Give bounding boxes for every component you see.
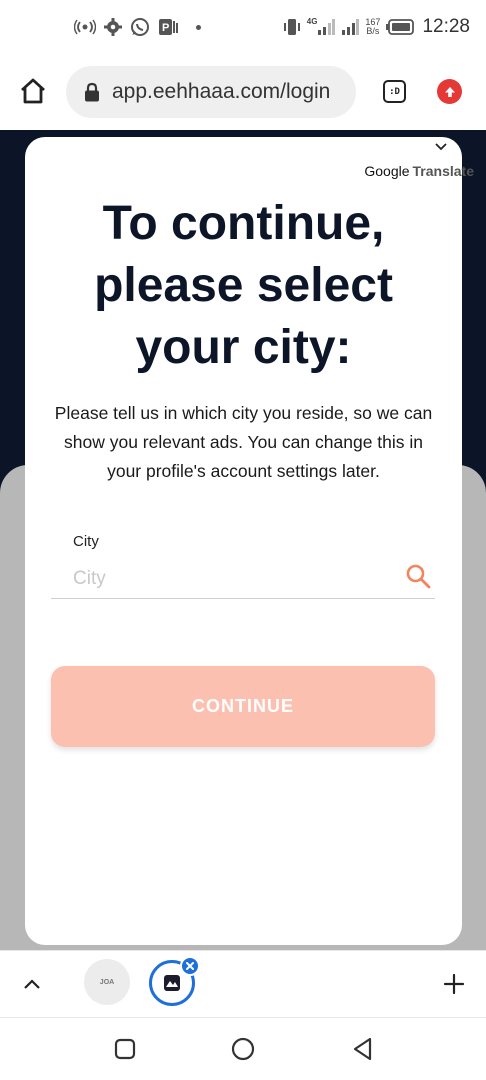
- tabs-icon[interactable]: :D: [383, 80, 406, 103]
- network-speed: 167 B/s: [365, 17, 381, 36]
- whatsapp-icon: [130, 17, 150, 37]
- system-nav-bar: [0, 1018, 486, 1080]
- back-icon[interactable]: [350, 1036, 376, 1062]
- description-text: Please tell us in which city you reside,…: [54, 403, 433, 481]
- settings-icon: [104, 18, 122, 36]
- home-circle-icon[interactable]: [230, 1036, 256, 1062]
- search-icon[interactable]: [405, 563, 431, 589]
- lock-icon: [84, 82, 100, 102]
- city-select-modal: Google Translate To continue, please sele…: [25, 137, 474, 945]
- page-title: To continue, please select your city:: [94, 197, 393, 374]
- city-field-label: City: [73, 533, 99, 550]
- url-text[interactable]: app.eehhaaa.com/login: [112, 80, 330, 104]
- tab-strip: JOA: [0, 950, 486, 1018]
- more-notifications-dot: [196, 24, 201, 30]
- tab-favicon-icon: [164, 975, 180, 991]
- tab-thumbnail-1-logo: JOA: [99, 978, 115, 986]
- signal-4g-icon: 4G: [307, 17, 336, 35]
- city-input[interactable]: [51, 559, 435, 599]
- address-bar[interactable]: app.eehhaaa.com/login: [66, 66, 356, 118]
- home-icon[interactable]: [18, 76, 48, 106]
- chevron-up-icon[interactable]: [22, 977, 42, 991]
- vibrate-icon: [283, 18, 301, 36]
- status-left-icons: P: [74, 16, 201, 38]
- new-tab-icon[interactable]: [443, 973, 465, 995]
- recents-icon[interactable]: [112, 1036, 138, 1062]
- close-icon[interactable]: [180, 956, 200, 976]
- clock: 12:28: [422, 16, 470, 37]
- parking-app-icon: P: [158, 18, 180, 36]
- svg-text:P: P: [162, 22, 169, 34]
- tab-thumbnail-1[interactable]: JOA: [84, 959, 130, 1005]
- chevron-down-icon[interactable]: [434, 139, 448, 151]
- continue-button[interactable]: CONTINUE: [51, 666, 435, 747]
- google-logo-text: Google: [364, 163, 410, 179]
- google-translate-badge[interactable]: Google Translate: [364, 163, 474, 179]
- status-bar: P 4G 167 B/s 12:28: [0, 0, 486, 54]
- update-icon[interactable]: [437, 79, 462, 104]
- battery-icon: [386, 19, 415, 35]
- translate-label: Translate: [412, 163, 474, 179]
- browser-toolbar: app.eehhaaa.com/login :D: [0, 54, 486, 130]
- signal-icon: [341, 19, 360, 35]
- status-right-icons: 4G 167 B/s 12:28: [283, 14, 470, 40]
- radio-signal-icon: [74, 19, 96, 35]
